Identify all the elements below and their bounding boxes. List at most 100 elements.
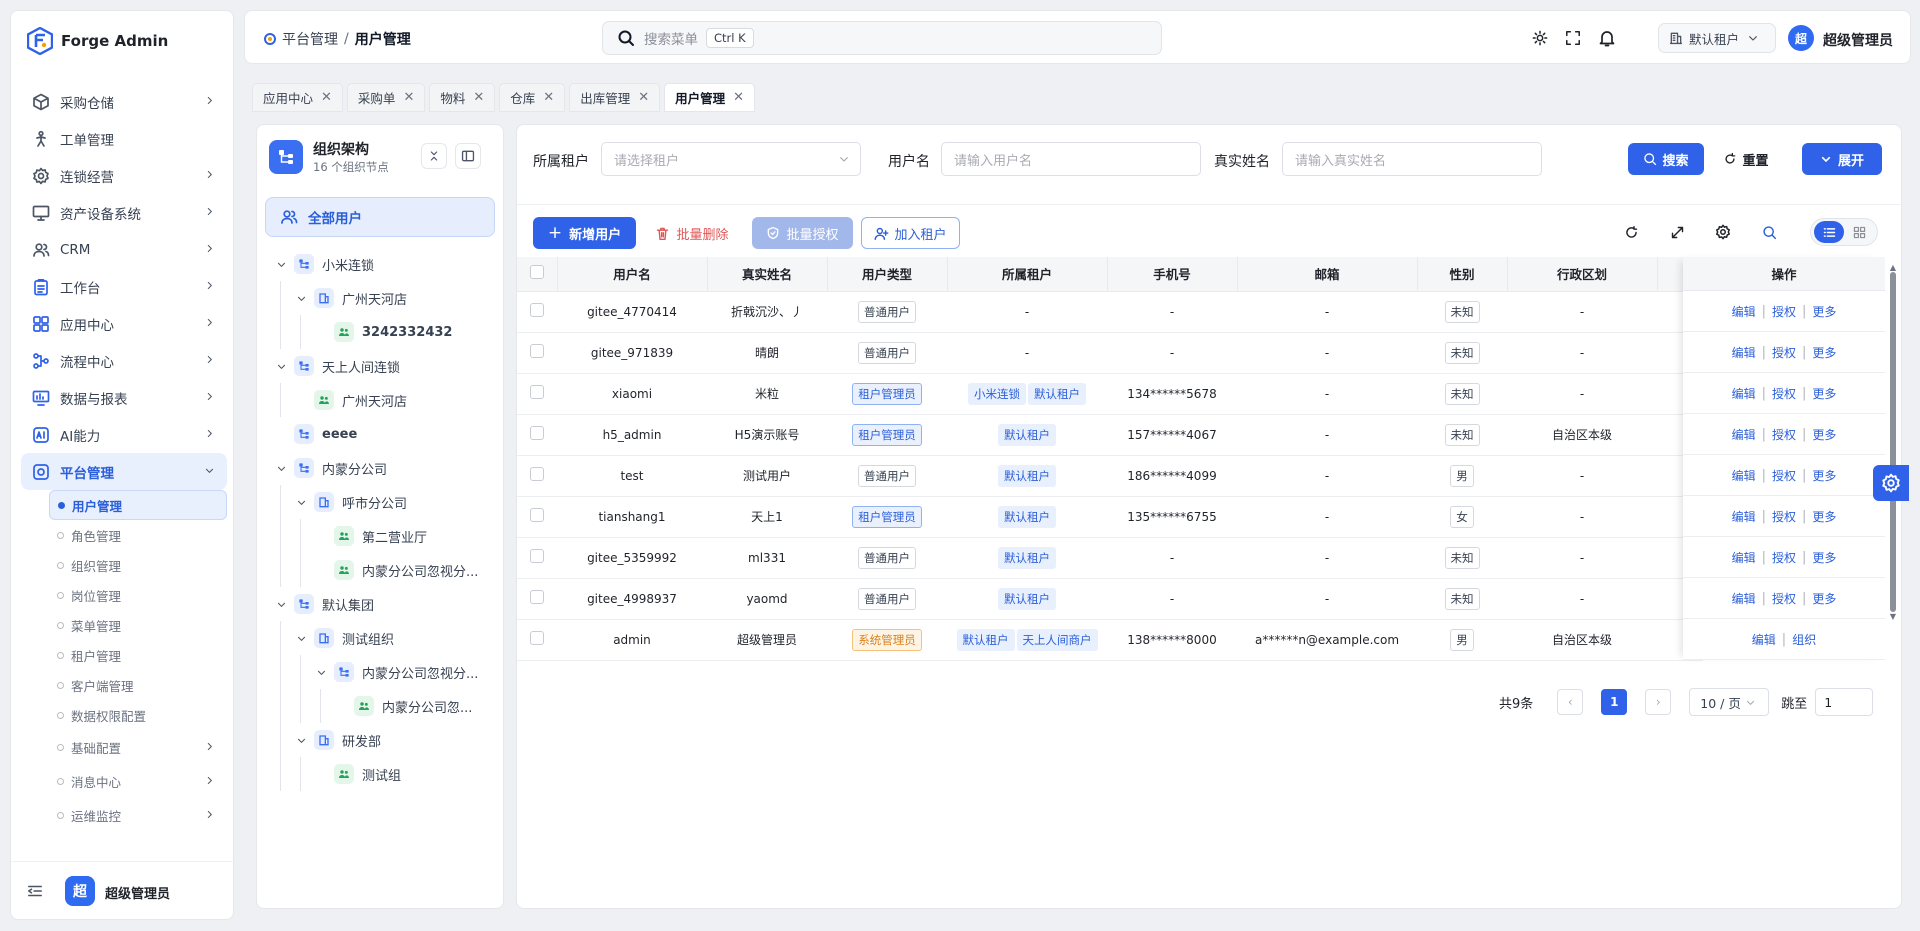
page-1-button[interactable]: 1 [1601,689,1628,715]
expand-toggle-icon[interactable] [316,667,328,678]
row-checkbox[interactable] [530,631,544,645]
expand-toggle-icon[interactable] [276,463,288,474]
tab-1[interactable]: 采购单 ✕ [346,82,426,112]
app-logo[interactable]: Forge Admin [27,25,168,57]
add-user-button[interactable]: + 新增用户 [533,217,636,249]
realname-filter-input[interactable]: 请输入真实姓名 [1282,142,1542,176]
submenu-item-7[interactable]: 数据权限配置 [49,700,227,730]
close-icon[interactable]: ✕ [733,90,744,105]
tab-3[interactable]: 仓库 ✕ [499,82,566,112]
all-users-node[interactable]: 全部用户 [265,197,495,237]
hide-panel-icon[interactable] [455,143,481,169]
batch-auth-button[interactable]: 批量授权 [752,217,853,249]
collapse-menu-icon[interactable] [27,883,43,899]
menu-item-3[interactable]: 资产设备系统 [21,194,227,231]
submenu-item-6[interactable]: 客户端管理 [49,670,227,700]
close-icon[interactable]: ✕ [473,90,484,105]
jump-page-input[interactable]: 1 [1815,688,1874,716]
scroll-down-icon[interactable]: ▼ [1889,612,1897,621]
theme-toggle-icon[interactable] [1532,30,1548,46]
reset-button[interactable]: 重置 [1713,143,1779,175]
org-node[interactable]: eeee [257,417,505,451]
row-checkbox[interactable] [530,590,544,604]
col-gender[interactable]: 性别 [1417,257,1508,292]
table-row[interactable]: gitee_971839晴朗普通用户---未知-正 [517,332,1703,374]
username-filter-input[interactable]: 请输入用户名 [941,142,1201,176]
table-row[interactable]: test测试用户普通用户默认租户186******4099-男-正 [517,455,1703,497]
org-node[interactable]: 内蒙分公司忽视分... [257,655,505,689]
col-realname[interactable]: 真实姓名 [707,257,828,292]
user-name[interactable]: 超级管理员 [1823,30,1893,50]
join-tenant-button[interactable]: 加入租户 [861,217,960,249]
row-action-link[interactable]: 更多 [1812,426,1836,443]
row-action-link[interactable]: 编辑 [1732,590,1756,607]
tenant-filter-select[interactable]: 请选择租户 [601,142,861,176]
submenu-item-2[interactable]: 组织管理 [49,550,227,580]
batch-delete-button[interactable]: 批量删除 [649,217,735,249]
submenu-item-8[interactable]: 基础配置 [49,730,227,764]
org-node[interactable]: 内蒙分公司忽视分... [257,553,505,587]
row-action-link[interactable]: 编辑 [1752,631,1776,648]
grid-view-icon[interactable] [1844,221,1874,243]
tab-5[interactable]: 用户管理 ✕ [664,82,756,112]
expand-toggle-icon[interactable] [276,259,288,270]
org-node[interactable]: 内蒙分公司 [257,451,505,485]
menu-item-1[interactable]: 工单管理 [21,120,227,157]
table-scrollbar[interactable]: ▲ ▼ [1889,263,1897,621]
table-row[interactable]: tianshang1天上1租户管理员默认租户135******6755-女-正 [517,496,1703,538]
column-settings-icon[interactable] [1707,216,1739,248]
table-row[interactable]: gitee_4770414折戟沉沙、丿普通用户---未知-正 [517,291,1703,333]
row-action-link[interactable]: 授权 [1772,385,1796,402]
org-node[interactable]: 第二营业厅 [257,519,505,553]
row-action-link[interactable]: 更多 [1812,508,1836,525]
expand-toggle-icon[interactable] [276,599,288,610]
row-action-link[interactable]: 授权 [1772,467,1796,484]
menu-item-5[interactable]: 工作台 [21,268,227,305]
col-region[interactable]: 行政区划 [1507,257,1658,292]
table-row[interactable]: gitee_4998937yaomd普通用户默认租户--未知-正 [517,578,1703,620]
submenu-item-10[interactable]: 运维监控 [49,798,227,832]
breadcrumb-parent[interactable]: 平台管理 [282,29,338,49]
menu-item-10[interactable]: 平台管理 [21,453,227,490]
menu-item-6[interactable]: 应用中心 [21,305,227,342]
row-action-link[interactable]: 编辑 [1732,385,1756,402]
page-size-select[interactable]: 10 / 页 [1689,688,1770,716]
col-email[interactable]: 邮箱 [1237,257,1418,292]
menu-item-4[interactable]: CRM [21,231,227,268]
tab-0[interactable]: 应用中心 ✕ [252,82,343,112]
tab-2[interactable]: 物料 ✕ [429,82,496,112]
org-node[interactable]: 3242332432 [257,315,505,349]
expand-button[interactable]: 展开 [1802,143,1882,175]
notification-bell-icon[interactable] [1598,29,1616,47]
close-icon[interactable]: ✕ [321,90,332,105]
submenu-item-1[interactable]: 角色管理 [49,520,227,550]
row-checkbox[interactable] [530,508,544,522]
menu-item-7[interactable]: 流程中心 [21,342,227,379]
user-avatar[interactable]: 超 [1788,25,1814,51]
fullscreen-icon[interactable] [1565,30,1581,46]
table-row[interactable]: admin 超级管理员 系统管理员 默认租户 天上人间商户 138******8000 a*… [517,619,1703,661]
fullscreen-table-icon[interactable] [1661,216,1693,248]
col-usertype[interactable]: 用户类型 [827,257,948,292]
row-action-link[interactable]: 授权 [1772,303,1796,320]
row-action-link[interactable]: 组织 [1792,631,1816,648]
row-action-link[interactable]: 编辑 [1732,344,1756,361]
row-action-link[interactable]: 编辑 [1732,508,1756,525]
row-checkbox[interactable] [530,344,544,358]
table-row[interactable]: xiaomi米粒租户管理员小米连锁默认租户134******5678-未知-正 [517,373,1703,415]
submenu-item-5[interactable]: 租户管理 [49,640,227,670]
footer-avatar[interactable]: 超 [65,876,95,906]
row-checkbox[interactable] [530,549,544,563]
submenu-item-0[interactable]: 用户管理 [49,490,227,520]
close-icon[interactable]: ✕ [543,90,554,105]
row-action-link[interactable]: 更多 [1812,549,1836,566]
row-action-link[interactable]: 授权 [1772,590,1796,607]
menu-item-8[interactable]: 数据与报表 [21,379,227,416]
menu-search-input[interactable]: 搜索菜单 Ctrl K [602,21,1162,55]
close-icon[interactable]: ✕ [403,90,414,105]
org-node[interactable]: 广州天河店 [257,383,505,417]
submenu-item-9[interactable]: 消息中心 [49,764,227,798]
org-node[interactable]: 呼市分公司 [257,485,505,519]
search-button[interactable]: 搜索 [1628,143,1704,175]
row-action-link[interactable]: 更多 [1812,303,1836,320]
